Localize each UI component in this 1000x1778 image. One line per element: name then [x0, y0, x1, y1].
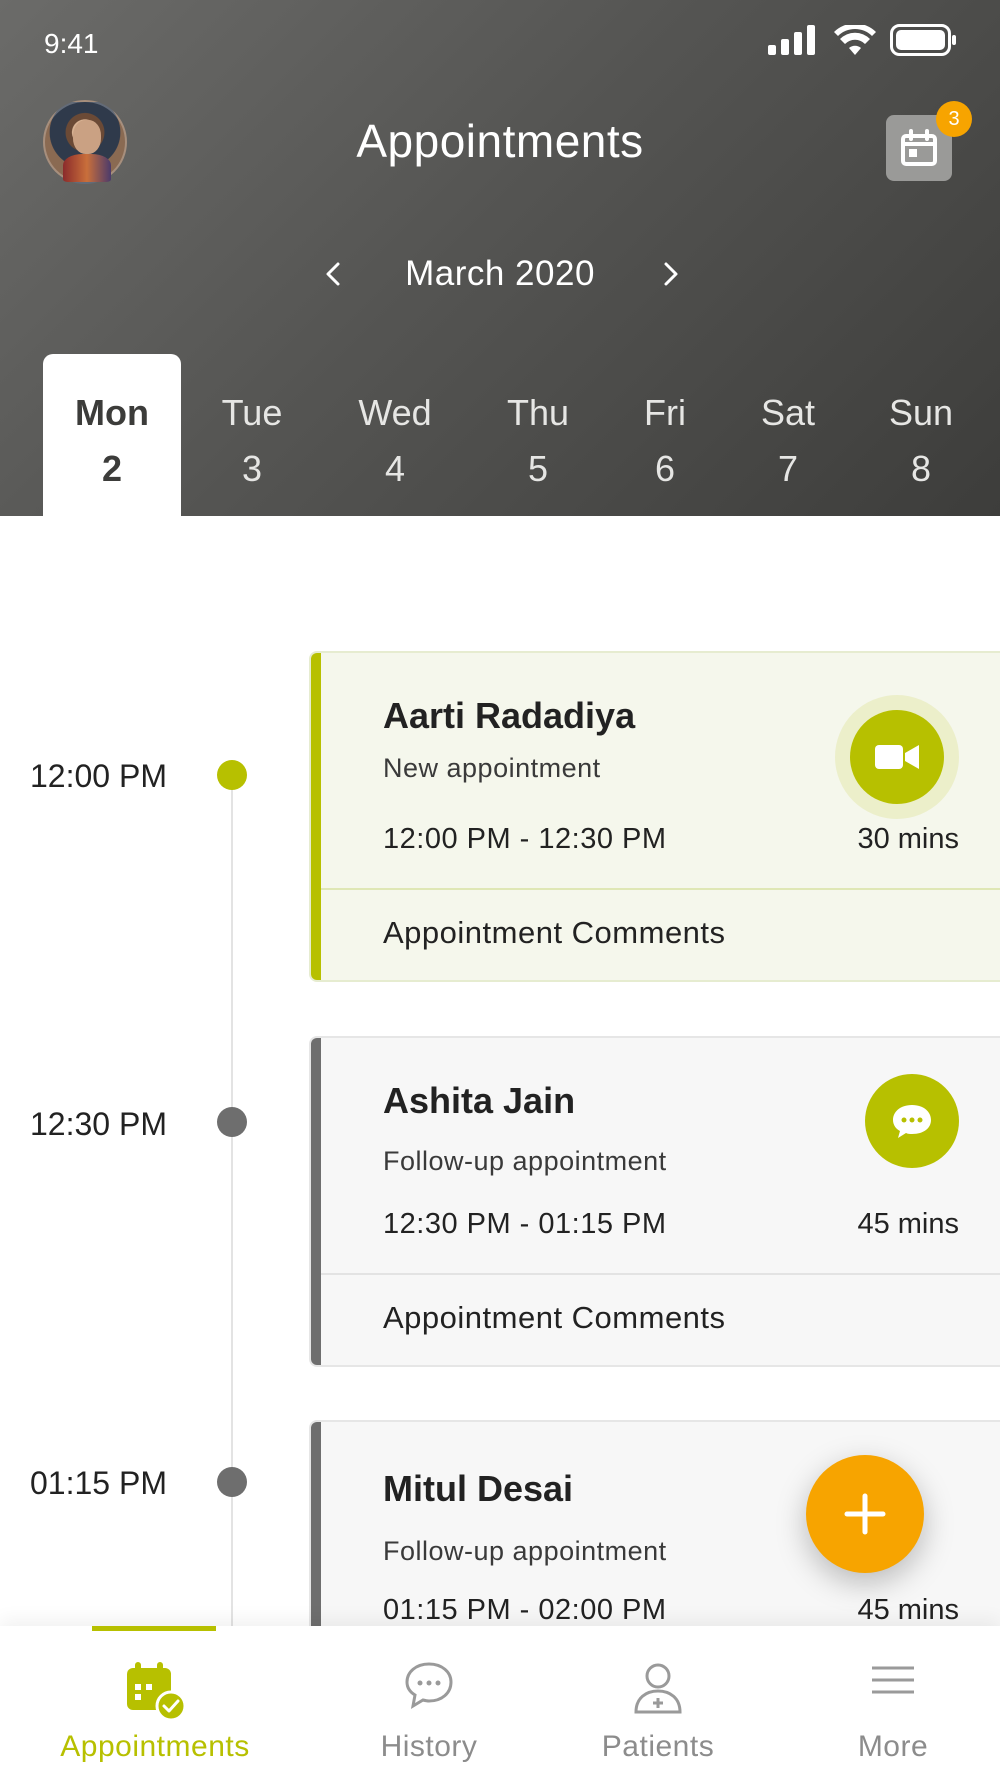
day-name: Wed — [358, 392, 432, 433]
day-number: 6 — [654, 448, 676, 489]
day-name: Thu — [506, 392, 570, 433]
tab-appointments[interactable]: Appointments — [30, 1626, 280, 1778]
timeline-dot — [217, 1467, 247, 1497]
day-tab-wed[interactable]: Wed 4 — [326, 354, 464, 516]
day-name: Tue — [221, 392, 283, 433]
appointment-duration: 45 mins — [857, 1208, 959, 1240]
appointment-range: 12:30 PM - 01:15 PM — [383, 1208, 667, 1240]
tab-more[interactable]: More — [768, 1626, 1000, 1778]
tab-label: History — [380, 1730, 478, 1763]
appointment-type: New appointment — [383, 753, 601, 783]
day-tab-sat[interactable]: Sat 7 — [719, 354, 857, 516]
card-divider — [321, 1273, 1000, 1275]
day-tab-sun[interactable]: Sun 8 — [852, 354, 990, 516]
tab-history[interactable]: History — [304, 1626, 554, 1778]
add-appointment-button[interactable] — [806, 1455, 924, 1573]
day-number: 2 — [101, 448, 123, 489]
appointment-comments[interactable]: Appointment Comments — [383, 1300, 726, 1336]
card-accent-bar — [311, 653, 321, 980]
day-number: 5 — [527, 448, 549, 489]
appointment-type: Follow-up appointment — [383, 1146, 667, 1176]
timeline-line — [231, 776, 233, 1626]
appointment-comments[interactable]: Appointment Comments — [383, 915, 726, 951]
tab-label: Appointments — [60, 1730, 250, 1763]
appointment-duration: 45 mins — [857, 1594, 959, 1626]
patient-icon — [634, 1663, 682, 1714]
video-icon — [875, 745, 919, 769]
card-accent-bar — [311, 1038, 321, 1365]
chat-icon — [893, 1105, 931, 1138]
timeline-time: 01:15 PM — [30, 1465, 167, 1501]
day-name: Fri — [644, 392, 686, 433]
month-label: March 2020 — [405, 254, 595, 293]
chevron-right-icon[interactable] — [656, 254, 686, 294]
video-call-button[interactable] — [835, 695, 959, 819]
day-number: 3 — [241, 448, 263, 489]
timeline-dot — [217, 760, 247, 790]
day-tab-thu[interactable]: Thu 5 — [469, 354, 607, 516]
tab-label: Patients — [601, 1730, 715, 1763]
signal-icon — [768, 25, 815, 55]
plus-icon — [844, 1493, 886, 1535]
month-navigator: March 2020 — [0, 250, 1000, 298]
patient-name: Aarti Radadiya — [383, 695, 636, 736]
calendar-icon — [901, 129, 937, 166]
day-name: Sun — [888, 392, 954, 433]
tab-label: More — [857, 1730, 929, 1763]
chat-button[interactable] — [865, 1074, 959, 1168]
card-divider — [321, 888, 1000, 890]
chat-bubble-icon — [405, 1662, 453, 1709]
battery-icon — [890, 24, 956, 56]
appointment-card[interactable]: Aarti Radadiya New appointment 12:00 PM … — [309, 651, 1000, 982]
notification-badge: 3 — [936, 101, 972, 137]
timeline-time: 12:30 PM — [30, 1106, 167, 1142]
page-title: Appointments — [356, 115, 644, 167]
status-icons — [768, 24, 956, 56]
status-time: 9:41 — [44, 28, 99, 59]
appointment-range: 01:15 PM - 02:00 PM — [383, 1594, 667, 1626]
day-tab-fri[interactable]: Fri 6 — [596, 354, 734, 516]
wifi-icon — [834, 25, 876, 55]
patient-name: Mitul Desai — [383, 1468, 574, 1509]
day-number: 4 — [384, 448, 406, 489]
patient-name: Ashita Jain — [383, 1080, 576, 1121]
appointment-duration: 30 mins — [857, 823, 959, 855]
day-tab-tue[interactable]: Tue 3 — [183, 354, 321, 516]
menu-icon — [872, 1666, 914, 1694]
day-tab-mon[interactable]: Mon 2 — [43, 354, 181, 516]
appointment-type: Follow-up appointment — [383, 1536, 667, 1566]
timeline-dot — [217, 1107, 247, 1137]
tab-patients[interactable]: Patients — [533, 1626, 783, 1778]
calendar-check-icon — [127, 1662, 187, 1722]
video-call-button-inner — [850, 710, 944, 804]
day-name: Sat — [760, 392, 816, 433]
appointment-range: 12:00 PM - 12:30 PM — [383, 823, 667, 855]
appointment-card[interactable]: Ashita Jain Follow-up appointment 12:30 … — [309, 1036, 1000, 1367]
header: 9:41 Appointments 3 March 2020 Mon 2 Tue… — [0, 0, 1000, 516]
day-number: 8 — [910, 448, 932, 489]
day-number: 7 — [777, 448, 799, 489]
day-strip: Mon 2 Tue 3 Wed 4 Thu 5 Fri 6 Sat 7 Sun … — [0, 354, 1000, 516]
timeline-time: 12:00 PM — [30, 758, 167, 794]
day-name: Mon — [75, 392, 149, 433]
bottom-nav: Appointments History Patients More — [0, 1626, 1000, 1778]
